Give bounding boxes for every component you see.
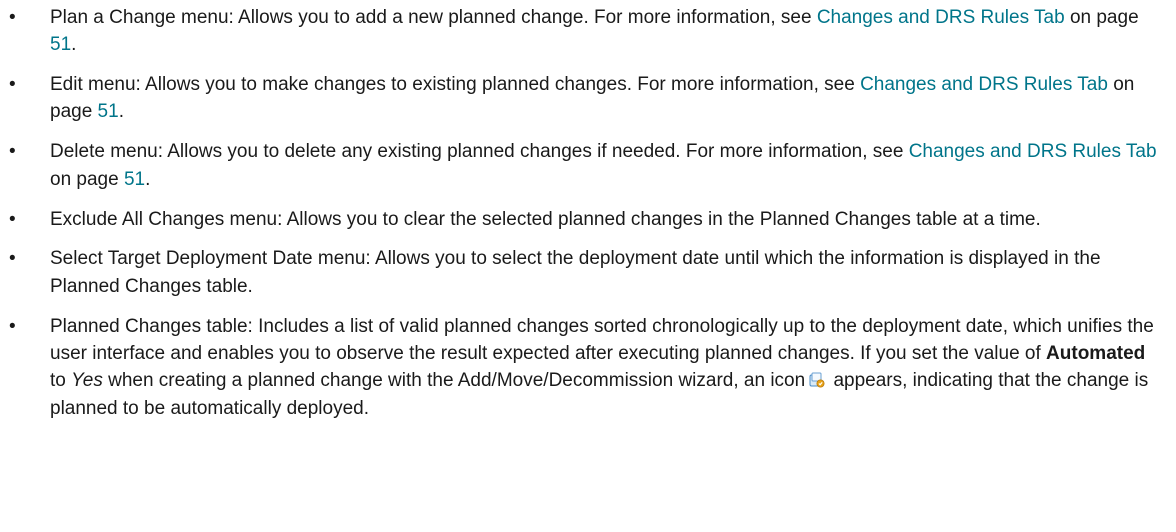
list-item-plan-a-change: Plan a Change menu: Allows you to add a …: [9, 4, 1158, 59]
item-text: .: [145, 168, 151, 190]
item-text: Select Target Deployment Date menu: Allo…: [50, 248, 1101, 297]
bullet-list: Plan a Change menu: Allows you to add a …: [9, 4, 1158, 422]
changes-drs-rules-tab-link[interactable]: Changes and DRS Rules Tab: [860, 74, 1108, 95]
document-body: Plan a Change menu: Allows you to add a …: [0, 0, 1176, 422]
page-51-link[interactable]: 51: [124, 169, 145, 190]
item-text: .: [71, 34, 77, 56]
changes-drs-rules-tab-link[interactable]: Changes and DRS Rules Tab: [817, 7, 1065, 28]
item-text: Edit menu: Allows you to make changes to…: [50, 74, 861, 96]
item-text: Delete menu: Allows you to delete any ex…: [50, 141, 909, 163]
item-text: when creating a planned change with the …: [102, 370, 806, 392]
item-text: on page: [50, 168, 124, 190]
automated-deploy-icon: [808, 369, 825, 388]
item-text: Planned Changes table: Includes a list o…: [50, 315, 1154, 364]
list-item-exclude-all-changes: Exclude All Changes menu: Allows you to …: [9, 206, 1158, 234]
item-text: .: [118, 101, 124, 123]
item-text: Plan a Change menu: Allows you to add a …: [50, 7, 817, 28]
list-item-delete: Delete menu: Allows you to delete any ex…: [9, 138, 1158, 193]
item-text: Exclude All Changes menu: Allows you to …: [50, 208, 1041, 230]
automated-label: Automated: [1046, 342, 1146, 364]
list-item-edit: Edit menu: Allows you to make changes to…: [9, 71, 1158, 126]
page-51-link[interactable]: 51: [50, 34, 71, 55]
changes-drs-rules-tab-link[interactable]: Changes and DRS Rules Tab: [909, 141, 1157, 162]
list-item-planned-changes-table: Planned Changes table: Includes a list o…: [9, 313, 1158, 422]
list-item-select-target-deployment-date: Select Target Deployment Date menu: Allo…: [9, 245, 1158, 300]
item-text: to: [50, 370, 72, 392]
item-text: on page: [1064, 7, 1139, 28]
yes-value: Yes: [71, 370, 103, 392]
page-51-link[interactable]: 51: [98, 101, 119, 122]
